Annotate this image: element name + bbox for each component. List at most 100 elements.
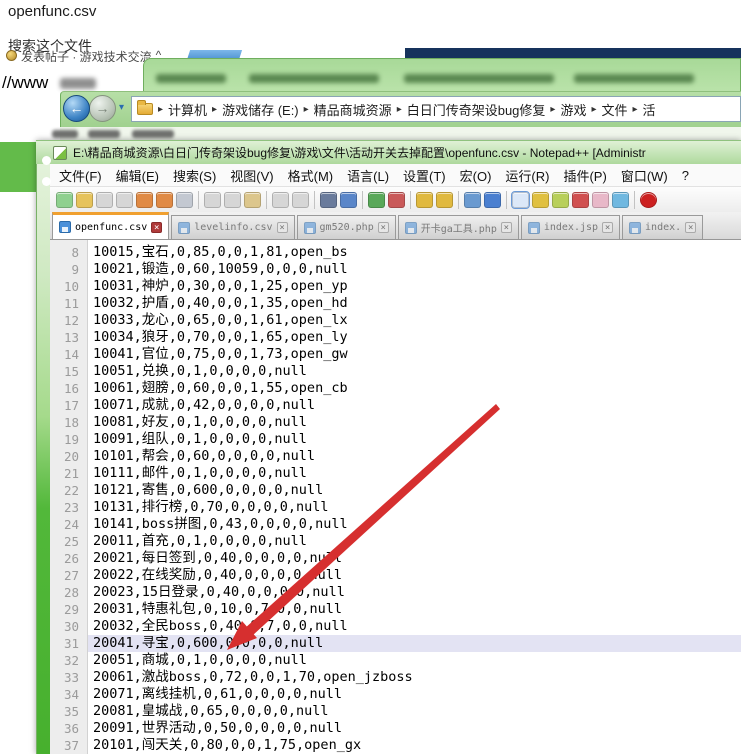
editor-line[interactable]: 3220051,商城,0,1,0,0,0,0,null: [50, 652, 741, 669]
editor-line[interactable]: 1310034,狼牙,0,70,0,0,1,65,open_ly: [50, 329, 741, 346]
tab-index-jsp[interactable]: index.jsp×: [521, 215, 620, 239]
editor-line[interactable]: 2310131,排行榜,0,70,0,0,0,0,null: [50, 499, 741, 516]
record-macro-icon[interactable]: [640, 192, 657, 208]
tab-index-[interactable]: index.×: [622, 215, 703, 239]
print-icon[interactable]: [176, 192, 193, 208]
editor-area[interactable]: 810015,宝石,0,85,0,0,1,81,open_bs910021,锻造…: [50, 240, 741, 754]
breadcrumb-item[interactable]: 计算机: [168, 100, 207, 119]
editor-line-highlighted[interactable]: 3120041,寻宝,0,600,0,0,0,0,null: [50, 635, 741, 652]
breadcrumb-item[interactable]: 文件: [602, 100, 628, 119]
tab-levelinfo-csv[interactable]: levelinfo.csv×: [171, 215, 294, 239]
menu-item[interactable]: 插件(P): [556, 164, 613, 187]
editor-line[interactable]: 910021,锻造,0,60,10059,0,0,0,null: [50, 261, 741, 278]
notepadpp-app-icon: [53, 146, 67, 160]
sync-horizontal-icon[interactable]: [436, 192, 453, 208]
tab-close-icon[interactable]: ×: [685, 222, 696, 233]
zoom-out-icon[interactable]: [388, 192, 405, 208]
line-text: 10033,龙心,0,65,0,0,1,61,open_lx: [88, 312, 741, 329]
editor-line[interactable]: 2010101,帮会,0,60,0,0,0,0,null: [50, 448, 741, 465]
doc-switcher-icon[interactable]: [592, 192, 609, 208]
editor-line[interactable]: 2520011,首充,0,1,0,0,0,0,null: [50, 533, 741, 550]
editor-line[interactable]: 1110032,护盾,0,40,0,0,1,35,open_hd: [50, 295, 741, 312]
editor-line[interactable]: 1510051,兑换,0,1,0,0,0,0,null: [50, 363, 741, 380]
zoom-in-icon[interactable]: [368, 192, 385, 208]
menu-item[interactable]: 搜索(S): [166, 164, 223, 187]
save-icon[interactable]: [96, 192, 113, 208]
tab-close-icon[interactable]: ×: [151, 222, 162, 233]
close-all-icon[interactable]: [156, 192, 173, 208]
breadcrumb-item[interactable]: 活: [643, 100, 656, 119]
tab-gm520-php[interactable]: gm520.php×: [297, 215, 396, 239]
editor-line[interactable]: 2210121,寄售,0,600,0,0,0,0,null: [50, 482, 741, 499]
menu-item[interactable]: 窗口(W): [614, 164, 675, 187]
menu-item[interactable]: 视图(V): [223, 164, 280, 187]
menu-item[interactable]: 语言(L): [340, 164, 396, 187]
editor-line[interactable]: 3420071,离线挂机,0,61,0,0,0,0,null: [50, 686, 741, 703]
breadcrumb-item[interactable]: 精品商城资源: [314, 100, 392, 119]
menu-item[interactable]: 运行(R): [498, 164, 556, 187]
monitoring-icon[interactable]: [572, 192, 589, 208]
tab-openfunc-csv[interactable]: openfunc.csv×: [52, 212, 169, 239]
breadcrumb-item[interactable]: 游戏储存 (E:): [222, 100, 299, 119]
editor-line[interactable]: 2110111,邮件,0,1,0,0,0,0,null: [50, 465, 741, 482]
tab-close-icon[interactable]: ×: [378, 222, 389, 233]
editor-line[interactable]: 1410041,官位,0,75,0,0,1,73,open_gw: [50, 346, 741, 363]
editor-line[interactable]: 3720101,闯天关,0,80,0,0,1,75,open_gx: [50, 737, 741, 754]
folder-workspace-icon[interactable]: [552, 192, 569, 208]
editor-line[interactable]: 3620091,世界活动,0,50,0,0,0,0,null: [50, 720, 741, 737]
paste-icon[interactable]: [244, 192, 261, 208]
editor-line[interactable]: 3520081,皇城战,0,65,0,0,0,0,null: [50, 703, 741, 720]
editor-line[interactable]: 3020032,全民boss,0,40,0,7,0,0,null: [50, 618, 741, 635]
back-button[interactable]: ←: [63, 95, 90, 122]
new-file-icon[interactable]: [56, 192, 73, 208]
editor-line[interactable]: 2410141,boss拼图,0,43,0,0,0,0,null: [50, 516, 741, 533]
tab--ga-php[interactable]: 开卡ga工具.php×: [398, 215, 519, 239]
editor-line[interactable]: 1010031,神炉,0,30,0,0,1,25,open_yp: [50, 278, 741, 295]
close-icon[interactable]: [136, 192, 153, 208]
badge-icon: [6, 50, 17, 61]
editor-line[interactable]: 1610061,翅膀,0,60,0,0,1,55,open_cb: [50, 380, 741, 397]
menu-item[interactable]: ?: [675, 166, 696, 185]
tab-close-icon[interactable]: ×: [277, 222, 288, 233]
document-map-icon[interactable]: [512, 192, 529, 208]
editor-line[interactable]: 1810081,好友,0,1,0,0,0,0,null: [50, 414, 741, 431]
menu-item[interactable]: 编辑(E): [109, 164, 166, 187]
editor-line[interactable]: 1710071,成就,0,42,0,0,0,0,null: [50, 397, 741, 414]
find-icon[interactable]: [320, 192, 337, 208]
replace-icon[interactable]: [340, 192, 357, 208]
tab-close-icon[interactable]: ×: [501, 222, 512, 233]
redo-icon[interactable]: [292, 192, 309, 208]
preview-icon[interactable]: [612, 192, 629, 208]
word-wrap-icon[interactable]: [464, 192, 481, 208]
tab-close-icon[interactable]: ×: [602, 222, 613, 233]
menu-item[interactable]: 设置(T): [396, 164, 453, 187]
back-icon: ←: [70, 100, 84, 116]
window-titlebar[interactable]: E:\精品商城资源\白日门传奇架设bug修复\游戏\文件\活动开关去掉配置\op…: [36, 140, 741, 164]
save-all-icon[interactable]: [116, 192, 133, 208]
forward-button[interactable]: →: [89, 95, 116, 122]
function-list-icon[interactable]: [532, 192, 549, 208]
breadcrumb-item[interactable]: 白日门传奇架设bug修复: [407, 100, 546, 119]
editor-line[interactable]: 2620021,每日签到,0,40,0,0,0,0,null: [50, 550, 741, 567]
editor-line[interactable]: 2920031,特惠礼包,0,10,0,7,0,0,null: [50, 601, 741, 618]
line-number: 21: [50, 465, 88, 482]
editor-line[interactable]: 1910091,组队,0,1,0,0,0,0,null: [50, 431, 741, 448]
editor-line[interactable]: 810015,宝石,0,85,0,0,1,81,open_bs: [50, 244, 741, 261]
menu-item[interactable]: 格式(M): [281, 164, 341, 187]
breadcrumb[interactable]: ▸计算机▸游戏储存 (E:)▸精品商城资源▸白日门传奇架设bug修复▸游戏▸文件…: [131, 96, 741, 122]
editor-line[interactable]: 2820023,15日登录,0,40,0,0,0,0,null: [50, 584, 741, 601]
sync-vertical-icon[interactable]: [416, 192, 433, 208]
menu-item[interactable]: 文件(F): [52, 164, 109, 187]
editor-line[interactable]: 2720022,在线奖励,0,40,0,0,0,0,null: [50, 567, 741, 584]
copy-icon[interactable]: [224, 192, 241, 208]
menu-item[interactable]: 宏(O): [453, 164, 499, 187]
undo-icon[interactable]: [272, 192, 289, 208]
editor-line[interactable]: 1210033,龙心,0,65,0,0,1,61,open_lx: [50, 312, 741, 329]
cut-icon[interactable]: [204, 192, 221, 208]
history-dropdown-icon[interactable]: ▾: [119, 102, 124, 113]
forum-link[interactable]: 发表帖子 · 游戏技术交流: [21, 48, 152, 62]
editor-line[interactable]: 3320061,激战boss,0,72,0,0,1,70,open_jzboss: [50, 669, 741, 686]
open-folder-icon[interactable]: [76, 192, 93, 208]
show-all-chars-icon[interactable]: [484, 192, 501, 208]
breadcrumb-item[interactable]: 游戏: [560, 100, 586, 119]
